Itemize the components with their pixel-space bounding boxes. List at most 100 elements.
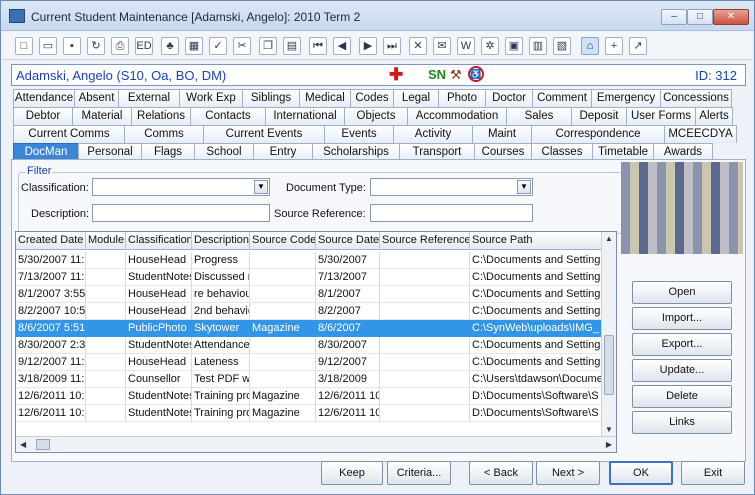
tab-siblings[interactable]: Siblings	[242, 89, 300, 107]
column-header-description[interactable]: Description	[192, 232, 250, 250]
tab-objects[interactable]: Objects	[344, 107, 408, 125]
classification-select[interactable]: ▼	[92, 178, 270, 196]
next-record-icon[interactable]: ▶	[359, 37, 377, 55]
tab-material[interactable]: Material	[72, 107, 132, 125]
documents-grid[interactable]: Created Date Module Classification Descript…	[15, 231, 617, 453]
table-row[interactable]: 7/13/2007 11: StudentNotesDiscussed m 7/13…	[16, 269, 602, 286]
copy-icon[interactable]: ❐	[259, 37, 277, 55]
back-button[interactable]: < Back	[469, 461, 533, 485]
refresh-icon[interactable]: ↻	[87, 37, 105, 55]
tab-absent[interactable]: Absent	[74, 89, 119, 107]
special-needs-badge[interactable]: SN	[428, 67, 446, 82]
table-row[interactable]: 8/6/2007 5:51 PublicPhoto Skytower Magazine…	[16, 320, 602, 337]
tab-doctor[interactable]: Doctor	[485, 89, 533, 107]
save-icon[interactable]: ▪	[63, 37, 81, 55]
tab-codes[interactable]: Codes	[350, 89, 394, 107]
table-row[interactable]: 8/1/2007 3:55 HouseHead re behaviou 8/1/200…	[16, 286, 602, 303]
tab-accommodation[interactable]: Accommodation	[407, 107, 507, 125]
tab-alerts[interactable]: Alerts	[695, 107, 733, 125]
add-document-icon[interactable]: +	[605, 37, 623, 55]
tab-international[interactable]: International	[265, 107, 345, 125]
delete-button[interactable]: Delete	[632, 385, 732, 408]
clipboard-icon[interactable]: ▣	[505, 37, 523, 55]
print-icon[interactable]: ⎙	[111, 37, 129, 55]
certificate-icon[interactable]: ▧	[553, 37, 571, 55]
word-icon[interactable]: W	[457, 37, 475, 55]
last-record-icon[interactable]: ⏭	[383, 37, 401, 55]
vertical-scroll-thumb[interactable]	[604, 335, 614, 395]
next-button[interactable]: Next >	[536, 461, 600, 485]
tab-concessions[interactable]: Concessions	[660, 89, 732, 107]
delete-icon[interactable]: ✕	[409, 37, 427, 55]
scroll-down-icon[interactable]: ▼	[605, 425, 613, 434]
links-button[interactable]: Links	[632, 411, 732, 434]
update-button[interactable]: Update...	[632, 359, 732, 382]
arrow-up-right-icon[interactable]: ↗	[629, 37, 647, 55]
tree-icon[interactable]: ♣	[161, 37, 179, 55]
tab-legal[interactable]: Legal	[393, 89, 439, 107]
horizontal-scroll-thumb[interactable]	[36, 439, 50, 450]
tab-maint[interactable]: Maint	[472, 125, 532, 143]
chevron-down-icon[interactable]: ▼	[517, 180, 531, 194]
barcode-icon[interactable]: ▥	[529, 37, 547, 55]
calculator-icon[interactable]: ▦	[185, 37, 203, 55]
table-row[interactable]: 12/6/2011 10: StudentNotes Training pro Mag…	[16, 405, 602, 422]
source-reference-input[interactable]	[370, 204, 533, 222]
paste-icon[interactable]: ▤	[283, 37, 301, 55]
table-row[interactable]: 8/2/2007 10:5 HouseHead 2nd behavio 8/2/200…	[16, 303, 602, 320]
tab-mceecdya[interactable]: MCEECDYA	[664, 125, 737, 143]
scroll-up-icon[interactable]: ▲	[605, 234, 613, 243]
tab-attendance[interactable]: Attendance	[13, 89, 75, 107]
new-icon[interactable]: □	[15, 37, 33, 55]
tab-correspondence[interactable]: Correspondence	[531, 125, 665, 143]
scroll-left-icon[interactable]: ◀	[20, 440, 26, 449]
column-header-source-code[interactable]: Source Code	[250, 232, 316, 250]
ok-button[interactable]: OK	[609, 461, 673, 485]
cut-icon[interactable]: ✂	[233, 37, 251, 55]
medical-cross-icon[interactable]: ✚	[389, 66, 403, 83]
tab-external[interactable]: External	[118, 89, 180, 107]
table-row[interactable]: 8/30/2007 2:3 StudentNotes Attendance 8/30/…	[16, 337, 602, 354]
edit-icon[interactable]: ED	[135, 37, 153, 55]
tab-relations[interactable]: Relations	[131, 107, 191, 125]
tab-user-forms[interactable]: User Forms	[626, 107, 696, 125]
network-icon[interactable]: ✲	[481, 37, 499, 55]
criteria-button[interactable]: Criteria...	[387, 461, 451, 485]
tab-current-comms[interactable]: Current Comms	[13, 125, 125, 143]
minimize-button[interactable]: –	[661, 9, 687, 25]
column-header-source-path[interactable]: Source Path	[470, 232, 602, 250]
tab-photo[interactable]: Photo	[438, 89, 486, 107]
table-row[interactable]: 5/30/2007 11: HouseHead Progress 5/30/2007 C…	[16, 252, 602, 269]
table-row[interactable]: 12/6/2011 10: StudentNotes Training pro Mag…	[16, 388, 602, 405]
tab-comms[interactable]: Comms	[124, 125, 204, 143]
import-button[interactable]: Import...	[632, 307, 732, 330]
previous-record-icon[interactable]: ◀	[333, 37, 351, 55]
column-header-created-date[interactable]: Created Date	[16, 232, 86, 250]
column-header-module[interactable]: Module	[86, 232, 126, 250]
close-button[interactable]: ✕	[713, 9, 749, 25]
spellcheck-icon[interactable]: ✓	[209, 37, 227, 55]
export-button[interactable]: Export...	[632, 333, 732, 356]
legal-gavel-icon[interactable]: ⚒	[450, 67, 462, 83]
tab-emergency[interactable]: Emergency	[591, 89, 661, 107]
table-row[interactable]: 3/18/2009 11: Counsellor Test PDF wi 3/18/2…	[16, 371, 602, 388]
tab-activity[interactable]: Activity	[393, 125, 473, 143]
tag-icon[interactable]: ⌂	[581, 37, 599, 55]
document-type-select[interactable]: ▼	[370, 178, 533, 196]
description-input[interactable]	[92, 204, 270, 222]
tab-medical[interactable]: Medical	[299, 89, 351, 107]
tab-deposit[interactable]: Deposit	[571, 107, 627, 125]
column-header-classification[interactable]: Classification	[126, 232, 192, 250]
tab-comment[interactable]: Comment	[532, 89, 592, 107]
tab-current-events[interactable]: Current Events	[203, 125, 325, 143]
mail-icon[interactable]: ✉	[433, 37, 451, 55]
keep-button[interactable]: Keep	[321, 461, 383, 485]
accessibility-icon[interactable]: ♿	[468, 66, 484, 82]
exit-button[interactable]: Exit	[681, 461, 745, 485]
horizontal-scrollbar[interactable]: ◀ ▶	[16, 436, 616, 452]
first-record-icon[interactable]: ⏮	[309, 37, 327, 55]
tab-contacts[interactable]: Contacts	[190, 107, 266, 125]
open-folder-icon[interactable]: ▭	[39, 37, 57, 55]
column-header-source-date[interactable]: Source Date	[316, 232, 380, 250]
scroll-right-icon[interactable]: ▶	[606, 440, 612, 449]
